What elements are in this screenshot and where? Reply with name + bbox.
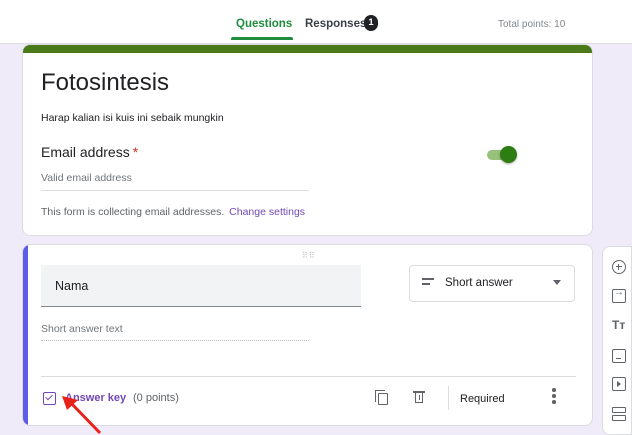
dropdown-caret-icon [553, 280, 561, 285]
add-image-icon[interactable] [612, 349, 626, 363]
email-field-underline [41, 190, 309, 191]
active-tab-indicator [231, 37, 293, 40]
active-question-indicator [23, 245, 28, 425]
answer-key-icon[interactable] [43, 392, 56, 405]
delete-icon[interactable] [413, 390, 425, 404]
responses-count-badge: 1 [364, 15, 378, 31]
email-collection-notice: This form is collecting email addresses.… [41, 206, 305, 218]
question-type-dropdown[interactable]: Short answer [409, 265, 575, 302]
add-question-icon[interactable] [612, 260, 626, 274]
required-toggle-knob[interactable] [500, 146, 517, 163]
short-answer-underline [41, 340, 309, 341]
tab-responses[interactable]: Responses [305, 18, 366, 30]
change-settings-link[interactable]: Change settings [229, 206, 305, 218]
question-type-label: Short answer [445, 277, 513, 289]
required-label: Required [460, 393, 505, 405]
add-title-icon[interactable]: Tт [612, 318, 628, 332]
more-options-icon[interactable] [552, 388, 556, 404]
drag-handle-icon[interactable]: ⠿⠿ [302, 251, 316, 260]
short-answer-icon [422, 278, 434, 288]
import-questions-icon[interactable] [612, 287, 626, 303]
collection-notice-text: This form is collecting email addresses. [41, 206, 225, 218]
tab-questions[interactable]: Questions [236, 18, 292, 30]
question-footer-divider [41, 376, 576, 377]
question-title: Nama [55, 279, 89, 293]
form-title[interactable]: Fotosintesis [41, 69, 169, 97]
duplicate-icon[interactable] [375, 390, 389, 405]
form-header-card[interactable]: Fotosintesis Harap kalian isi kuis ini s… [22, 44, 593, 236]
floating-toolbar: Tт [602, 246, 632, 435]
theme-accent-bar [23, 45, 592, 53]
email-label-text: Email address [41, 144, 130, 160]
annotation-arrow-icon [62, 396, 102, 435]
required-asterisk: * [132, 144, 139, 160]
total-points: Total points: 10 [498, 19, 566, 30]
form-description[interactable]: Harap kalian isi kuis ini sebaik mungkin [41, 112, 224, 124]
question-points: (0 points) [133, 392, 179, 404]
email-field: Valid email address [41, 172, 132, 184]
question-title-field[interactable]: Nama [41, 265, 361, 307]
add-section-icon[interactable] [612, 407, 626, 421]
email-field-label: Email address * [41, 144, 138, 160]
footer-separator [448, 386, 449, 410]
short-answer-placeholder: Short answer text [41, 323, 123, 335]
add-video-icon[interactable] [612, 377, 626, 391]
top-tab-bar: Questions Responses 1 Total points: 10 [0, 0, 632, 44]
